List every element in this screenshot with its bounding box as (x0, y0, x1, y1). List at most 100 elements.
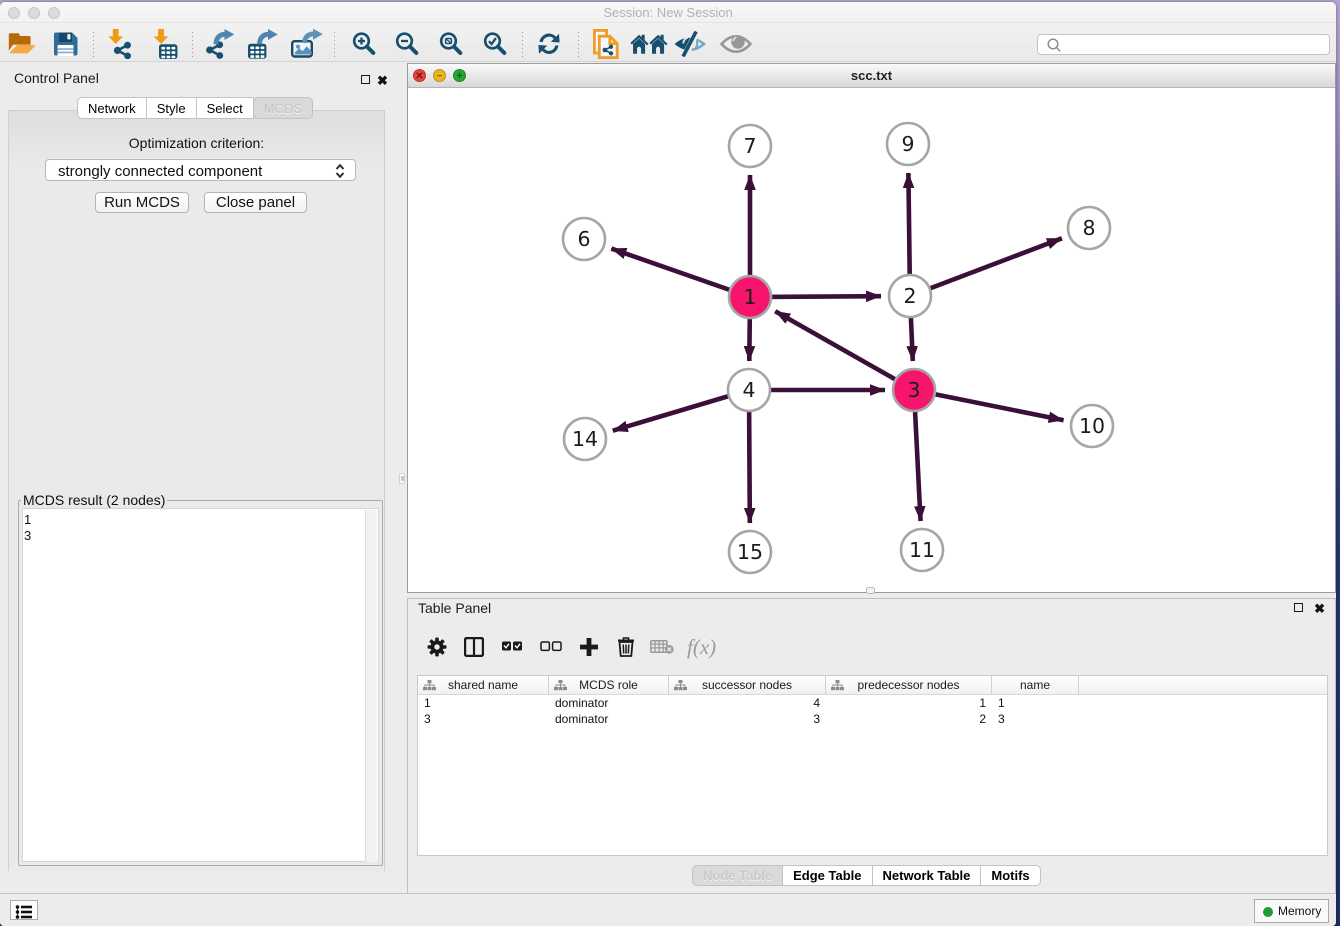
export-network-icon[interactable] (205, 29, 236, 59)
close-panel-button[interactable]: Close panel (204, 192, 307, 213)
export-table-icon[interactable] (247, 29, 279, 59)
control-panel-tabs: NetworkStyleSelectMCDS (78, 97, 313, 119)
criterion-select-value: strongly connected component (58, 163, 262, 180)
function-icon[interactable]: f(x) (686, 635, 720, 659)
table-panel: Table Panel ✖ f(x) shared nameMCDS roles… (407, 598, 1336, 893)
control-tab-select[interactable]: Select (196, 97, 254, 119)
table-panel-close-button[interactable]: ✖ (1314, 603, 1325, 614)
table-tab-node-table[interactable]: Node Table (692, 865, 783, 886)
node-label-7: 7 (743, 134, 756, 158)
refresh-icon[interactable] (536, 32, 562, 57)
table-header: shared nameMCDS rolesuccessor nodesprede… (418, 676, 1327, 695)
mcds-result-line: 3 (23, 528, 378, 544)
edge-3-1[interactable] (775, 311, 914, 390)
search-input[interactable] (1062, 36, 1322, 54)
node-table[interactable]: shared nameMCDS rolesuccessor nodesprede… (417, 675, 1328, 856)
mcds-result-line: 1 (23, 512, 378, 528)
control-tab-network[interactable]: Network (77, 97, 147, 119)
column-header-successor-nodes[interactable]: successor nodes (669, 676, 826, 694)
table-row[interactable]: 3dominator323 (418, 711, 1327, 727)
node-label-11: 11 (909, 538, 935, 562)
column-header-MCDS-role[interactable]: MCDS role (549, 676, 669, 694)
column-header-name[interactable]: name (992, 676, 1079, 694)
task-history-button[interactable] (10, 900, 38, 920)
network-window-title: scc.txt (408, 68, 1335, 83)
edge-3-10[interactable] (914, 390, 1064, 420)
node-label-10: 10 (1079, 414, 1105, 438)
svg-text:f(x): f(x) (687, 635, 716, 659)
cell-successor-nodes: 3 (669, 711, 826, 727)
task-list-icon (15, 904, 33, 920)
add-icon[interactable] (579, 637, 599, 657)
node-label-8: 8 (1082, 216, 1095, 240)
cell-MCDS-role: dominator (549, 695, 669, 711)
import-table-icon[interactable] (154, 29, 178, 59)
toolbar-separator (192, 32, 193, 58)
node-label-9: 9 (901, 132, 914, 156)
table-panel-float-button[interactable] (1294, 603, 1303, 612)
main-toolbar (0, 23, 1336, 62)
node-label-6: 6 (577, 227, 590, 251)
network-canvas[interactable]: 7968124314101511 (408, 88, 1335, 592)
mcds-result-title: MCDS result (2 nodes) (21, 492, 167, 508)
network-window: ✕ − + scc.txt 7968124314101511 (407, 63, 1336, 593)
cell-shared-name: 3 (418, 711, 549, 727)
run-mcds-button[interactable]: Run MCDS (95, 192, 189, 213)
table-tab-edge-table[interactable]: Edge Table (782, 865, 872, 886)
zoom-fit-icon[interactable] (438, 32, 464, 57)
column-header-shared-name[interactable]: shared name (418, 676, 549, 694)
memory-button[interactable]: Memory (1254, 899, 1329, 923)
node-label-3: 3 (907, 378, 920, 402)
cell-name: 1 (992, 695, 1079, 711)
table-row[interactable]: 1dominator411 (418, 695, 1327, 711)
import-network-icon[interactable] (109, 29, 132, 59)
zoom-out-icon[interactable] (394, 32, 420, 57)
delete-icon[interactable] (617, 637, 635, 658)
column-header-predecessor-nodes[interactable]: predecessor nodes (826, 676, 992, 694)
zoom-in-icon[interactable] (351, 32, 377, 57)
control-tab-mcds[interactable]: MCDS (253, 97, 313, 119)
toolbar-separator (93, 32, 94, 58)
clear-table-icon[interactable] (650, 640, 674, 655)
mcds-result-list[interactable]: 13 (22, 508, 379, 862)
select-arrows-icon (334, 163, 346, 179)
show-panels-icon[interactable] (720, 32, 752, 56)
table-tab-motifs[interactable]: Motifs (980, 865, 1040, 886)
zoom-selected-icon[interactable] (482, 32, 508, 57)
control-tab-style[interactable]: Style (146, 97, 197, 119)
hide-panels-icon[interactable] (674, 31, 707, 57)
control-panel-title: Control Panel (14, 70, 99, 86)
horizontal-splitter-handle[interactable] (866, 587, 875, 594)
home-icon[interactable] (630, 33, 668, 55)
control-panel-close-button[interactable]: ✖ (377, 75, 388, 86)
cell-predecessor-nodes: 1 (826, 695, 992, 711)
deselect-all-icon[interactable] (540, 641, 562, 653)
node-label-15: 15 (737, 540, 763, 564)
gear-icon[interactable] (427, 637, 447, 657)
optimization-criterion-label: Optimization criterion: (9, 135, 384, 151)
network-file-manager-icon[interactable] (593, 29, 619, 59)
search-box[interactable] (1037, 34, 1330, 55)
cell-shared-name: 1 (418, 695, 549, 711)
table-tab-network-table[interactable]: Network Table (872, 865, 982, 886)
open-session-icon[interactable] (7, 31, 37, 57)
app-window: Session: New Session Control Panel ✖ Net… (0, 2, 1336, 926)
columns-icon[interactable] (464, 637, 484, 657)
save-session-icon[interactable] (53, 31, 80, 57)
node-label-2: 2 (903, 284, 916, 308)
cell-name: 3 (992, 711, 1079, 727)
vertical-splitter-handle[interactable] (399, 473, 405, 484)
memory-label: Memory (1278, 904, 1321, 918)
criterion-select[interactable]: strongly connected component (45, 159, 356, 181)
toolbar-separator (578, 32, 579, 58)
table-panel-tabs: Node TableEdge TableNetwork TableMotifs (693, 865, 1041, 886)
export-image-icon[interactable] (290, 29, 324, 59)
result-scrollbar[interactable] (365, 510, 377, 862)
edge-2-8[interactable] (910, 238, 1062, 296)
cell-MCDS-role: dominator (549, 711, 669, 727)
search-icon (1046, 37, 1063, 54)
control-panel-float-button[interactable] (361, 75, 370, 84)
table-panel-title: Table Panel (418, 600, 491, 616)
window-title: Session: New Session (0, 5, 1336, 20)
select-all-icon[interactable] (502, 641, 523, 653)
